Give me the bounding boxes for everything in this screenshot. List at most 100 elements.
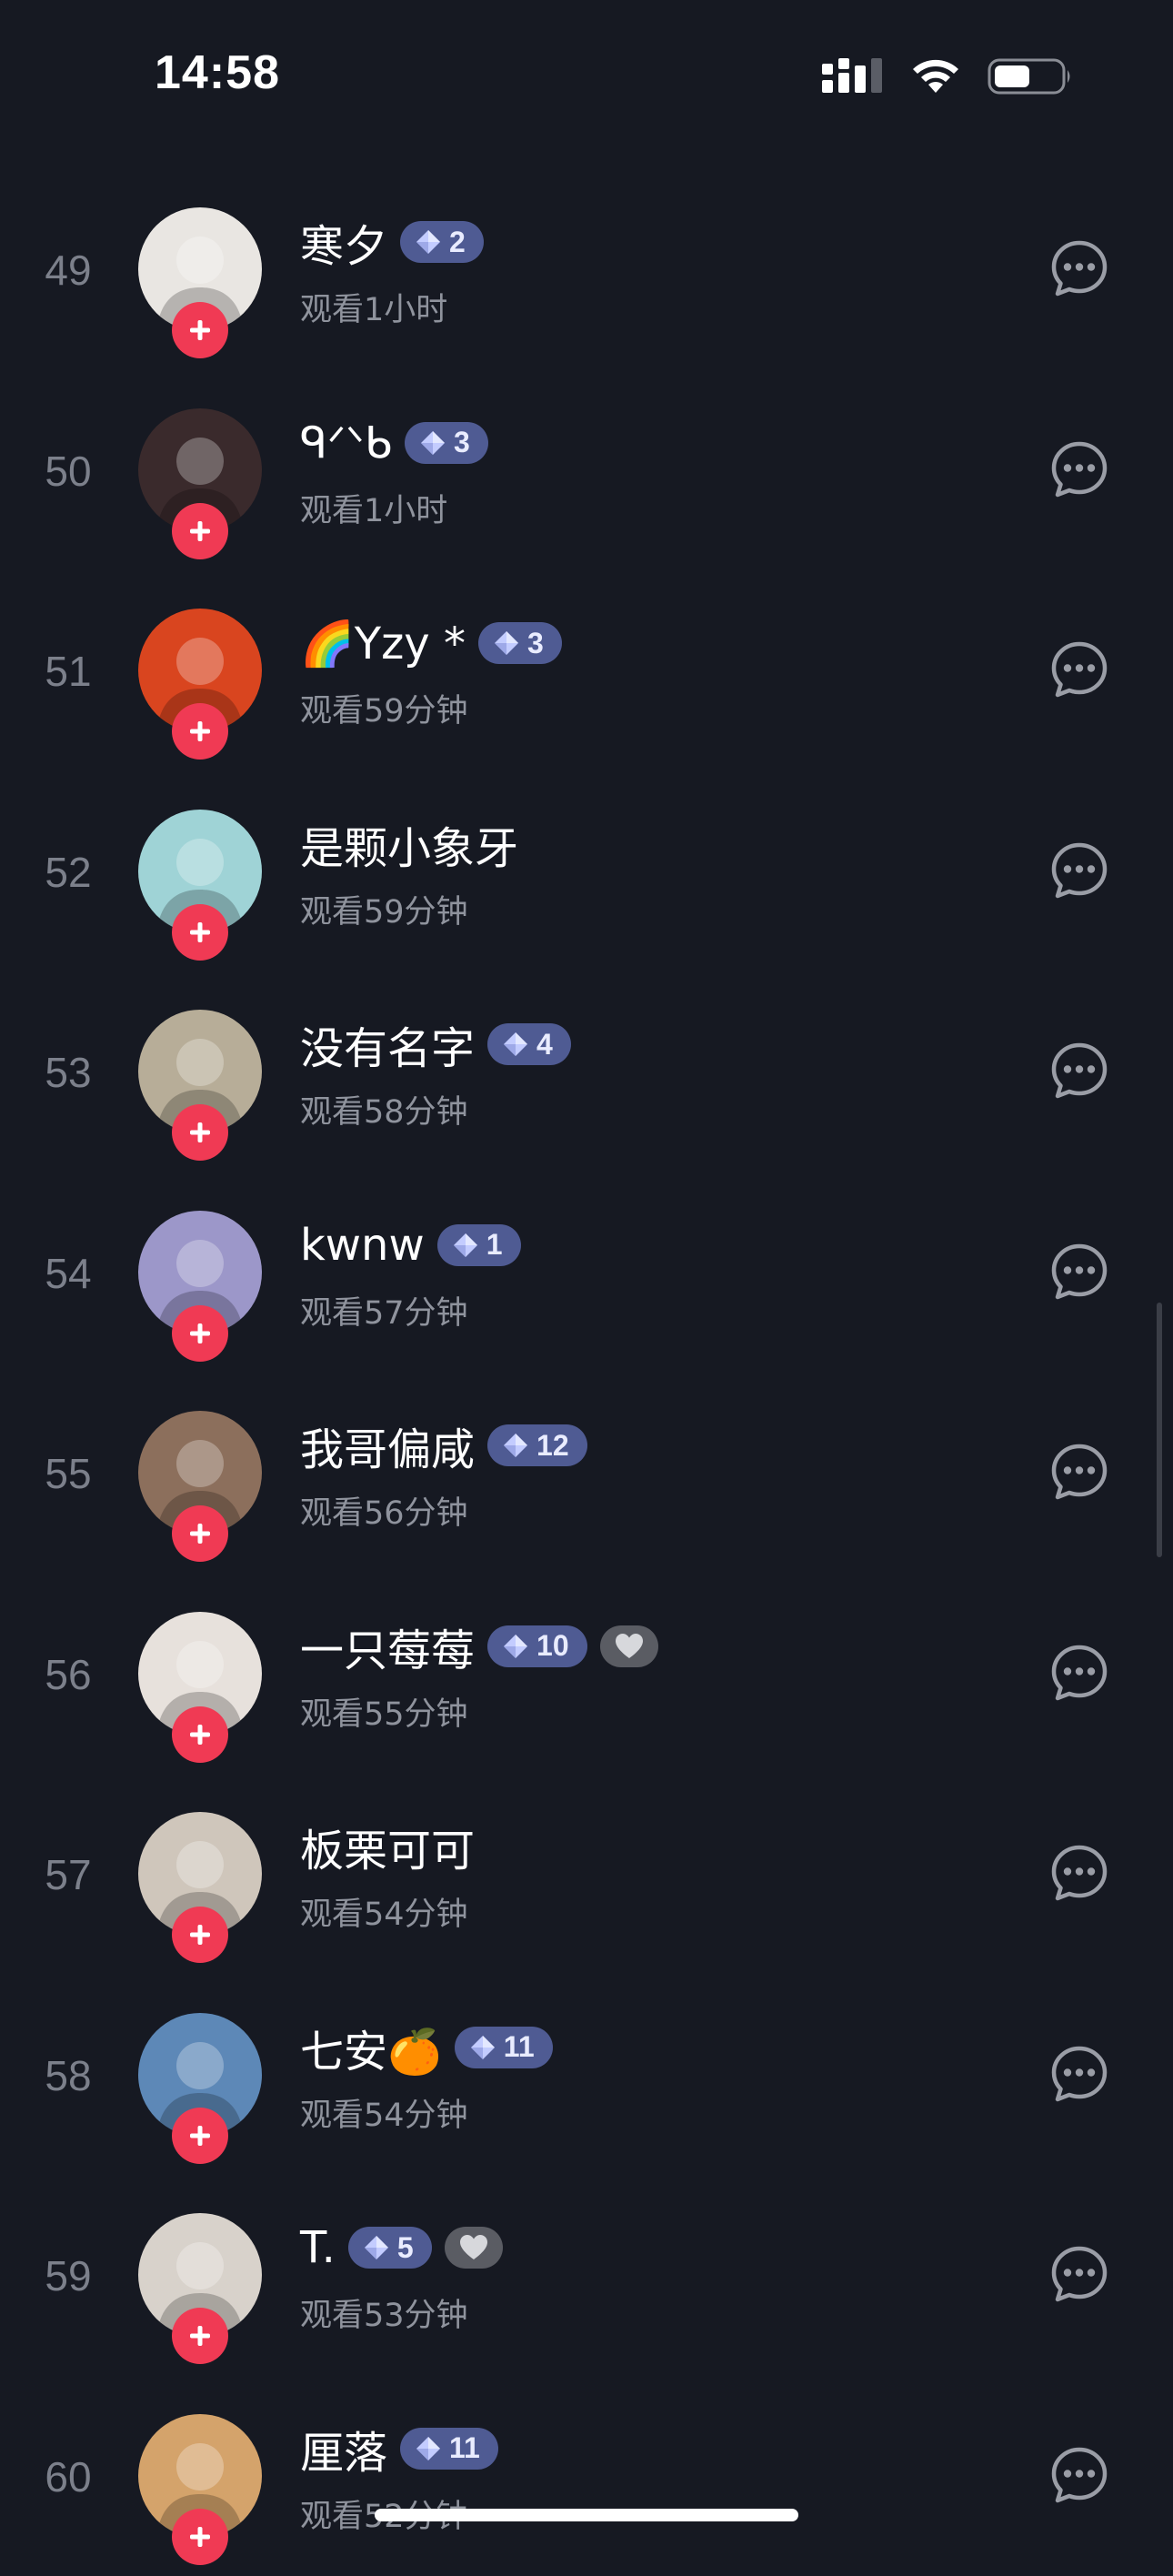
viewer-row[interactable]: 50ᑫᐟᐠᑲ3观看1小时: [0, 370, 1173, 571]
plus-icon: [186, 2523, 214, 2551]
follow-button[interactable]: [172, 2308, 228, 2364]
rank-number: 49: [27, 246, 109, 295]
username[interactable]: T.: [300, 2222, 336, 2273]
viewer-row[interactable]: 55我哥偏咸12观看56分钟: [0, 1373, 1173, 1574]
level-badge: 5: [348, 2227, 432, 2269]
diamond-icon: [415, 2435, 442, 2462]
viewer-row[interactable]: 60厘落11观看52分钟: [0, 2376, 1173, 2576]
message-button[interactable]: [1049, 1643, 1109, 1703]
chat-bubble-icon: [1049, 2244, 1109, 2304]
message-button[interactable]: [1049, 639, 1109, 699]
avatar-container[interactable]: [138, 207, 262, 331]
follow-button[interactable]: [172, 703, 228, 760]
message-button[interactable]: [1049, 1041, 1109, 1101]
user-info: 厘落 11: [300, 2420, 498, 2478]
level-badge: 11: [400, 2428, 498, 2470]
follow-button[interactable]: [172, 2509, 228, 2565]
heart-icon: [458, 2232, 489, 2263]
avatar-container[interactable]: [138, 1010, 262, 1133]
rank-number: 59: [27, 2251, 109, 2300]
avatar-container[interactable]: [138, 2213, 262, 2337]
watch-duration: 观看54分钟: [300, 1888, 468, 1935]
chat-bubble-icon: [1049, 238, 1109, 298]
diamond-icon: [415, 228, 442, 256]
avatar-container[interactable]: [138, 1612, 262, 1736]
username[interactable]: 没有名字: [300, 1012, 475, 1076]
status-bar: 14:58: [0, 0, 1173, 155]
username[interactable]: 厘落: [300, 2417, 387, 2480]
viewer-row[interactable]: 51🌈Yzy *3观看59分钟: [0, 570, 1173, 771]
user-info: 一只莓莓10: [300, 1617, 658, 1675]
rank-number: 54: [27, 1249, 109, 1298]
home-indicator[interactable]: [375, 2509, 798, 2521]
level-number: 11: [504, 2030, 535, 2064]
follow-button[interactable]: [172, 1505, 228, 1562]
avatar-container[interactable]: [138, 1211, 262, 1334]
viewer-row[interactable]: 52是颗小象牙观看59分钟: [0, 771, 1173, 972]
rank-number: 56: [27, 1650, 109, 1699]
message-button[interactable]: [1049, 2044, 1109, 2104]
message-button[interactable]: [1049, 2244, 1109, 2304]
avatar-container[interactable]: [138, 408, 262, 532]
avatar-container[interactable]: [138, 609, 262, 732]
follow-button[interactable]: [172, 2108, 228, 2164]
message-button[interactable]: [1049, 1442, 1109, 1502]
username[interactable]: 🌈Yzy *: [300, 618, 466, 669]
message-button[interactable]: [1049, 1843, 1109, 1903]
message-button[interactable]: [1049, 840, 1109, 901]
chat-bubble-icon: [1049, 840, 1109, 901]
follow-button[interactable]: [172, 1907, 228, 1963]
diamond-icon: [502, 1633, 529, 1660]
message-button[interactable]: [1049, 439, 1109, 499]
plus-icon: [186, 2322, 214, 2350]
signal-icon: [820, 56, 884, 96]
follow-button[interactable]: [172, 302, 228, 358]
follow-button[interactable]: [172, 1706, 228, 1763]
rank-number: 60: [27, 2452, 109, 2501]
username[interactable]: 是颗小象牙: [300, 812, 518, 876]
fan-badge: [600, 1625, 658, 1667]
watch-duration: 观看58分钟: [300, 1086, 468, 1132]
plus-icon: [186, 518, 214, 545]
message-button[interactable]: [1049, 2445, 1109, 2505]
chat-bubble-icon: [1049, 1041, 1109, 1101]
diamond-icon: [452, 1232, 479, 1259]
username[interactable]: 板栗可可: [300, 1815, 475, 1878]
viewer-row[interactable]: 58七安🍊11观看54分钟: [0, 1975, 1173, 2176]
rank-number: 53: [27, 1048, 109, 1097]
diamond-icon: [363, 2234, 390, 2261]
message-button[interactable]: [1049, 238, 1109, 298]
level-badge: 3: [405, 422, 488, 464]
viewer-row[interactable]: 49寒夕2观看1小时: [0, 169, 1173, 370]
follow-button[interactable]: [172, 503, 228, 559]
diamond-icon: [502, 1432, 529, 1459]
plus-icon: [186, 2122, 214, 2149]
avatar-container[interactable]: [138, 2414, 262, 2538]
viewer-row[interactable]: 57板栗可可观看54分钟: [0, 1774, 1173, 1975]
message-button[interactable]: [1049, 1242, 1109, 1302]
follow-button[interactable]: [172, 1104, 228, 1161]
username[interactable]: 一只莓莓: [300, 1615, 475, 1678]
username[interactable]: 寒夕: [300, 210, 387, 274]
username[interactable]: kwnw: [300, 1220, 425, 1271]
username[interactable]: 七安🍊: [300, 2016, 442, 2079]
viewer-row[interactable]: 53没有名字4观看58分钟: [0, 971, 1173, 1172]
username[interactable]: ᑫᐟᐠᑲ: [300, 418, 392, 468]
user-info: 板栗可可: [300, 1817, 475, 1876]
username[interactable]: 我哥偏咸: [300, 1414, 475, 1477]
follow-button[interactable]: [172, 1305, 228, 1362]
diamond-icon: [502, 1031, 529, 1058]
chat-bubble-icon: [1049, 639, 1109, 699]
scroll-indicator[interactable]: [1157, 1303, 1162, 1557]
watch-duration: 观看55分钟: [300, 1688, 468, 1735]
user-info: 🌈Yzy *3: [300, 614, 562, 672]
viewer-row[interactable]: 59T.5观看53分钟: [0, 2175, 1173, 2376]
avatar-container[interactable]: [138, 810, 262, 933]
avatar-container[interactable]: [138, 1812, 262, 1936]
viewer-row[interactable]: 54kwnw1观看57分钟: [0, 1172, 1173, 1374]
follow-button[interactable]: [172, 904, 228, 961]
viewer-list[interactable]: 49寒夕2观看1小时50ᑫᐟᐠᑲ3观看1小时51🌈Yzy *3观看59分钟52是…: [0, 169, 1173, 2576]
avatar-container[interactable]: [138, 2013, 262, 2137]
avatar-container[interactable]: [138, 1411, 262, 1535]
viewer-row[interactable]: 56 一只莓莓10 观看55分钟: [0, 1574, 1173, 1775]
